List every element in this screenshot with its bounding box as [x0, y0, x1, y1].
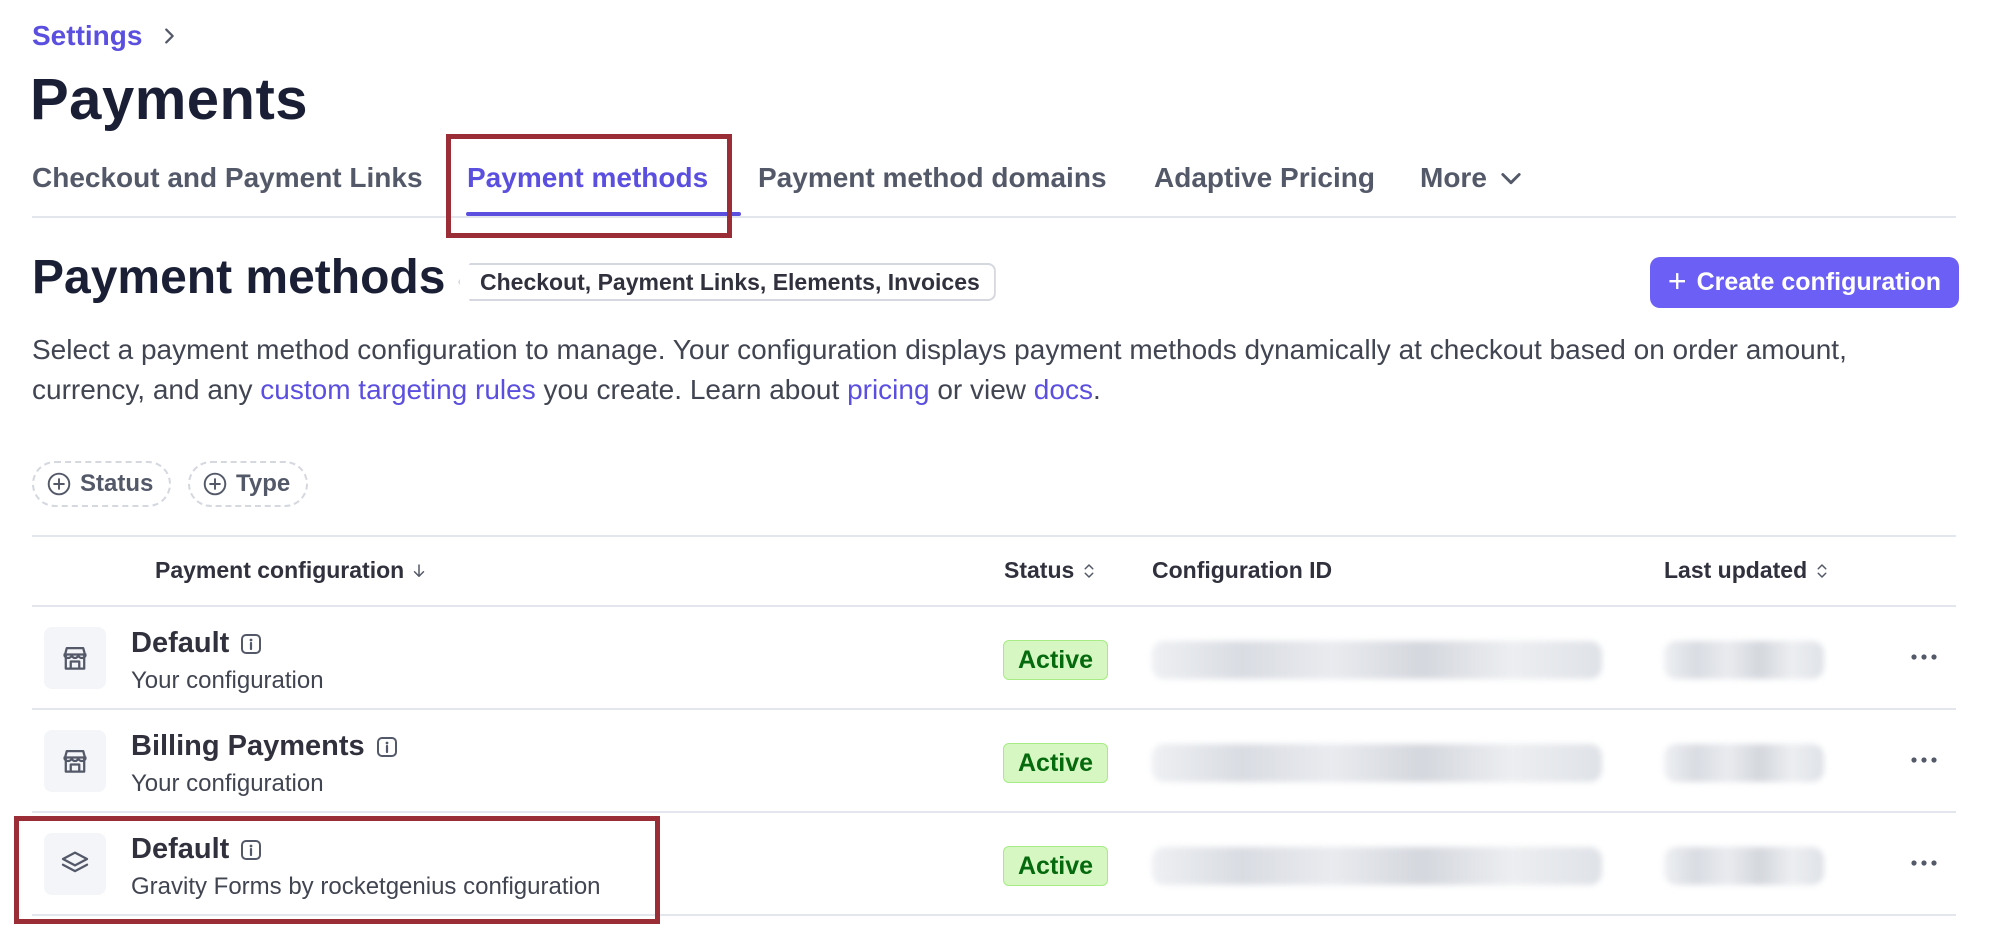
- create-configuration-button[interactable]: + Create configuration: [1650, 257, 1959, 308]
- redacted-last-updated: [1664, 847, 1824, 885]
- custom-targeting-rules-link[interactable]: custom targeting rules: [260, 374, 535, 405]
- tab-more-label: More: [1420, 162, 1487, 193]
- sort-icon: [1817, 563, 1827, 578]
- storefront-icon: [44, 627, 106, 689]
- section-title: Payment methods: [32, 251, 446, 304]
- table-header: Payment configuration Status Configurati…: [32, 535, 1956, 607]
- config-name: Default: [131, 627, 230, 659]
- breadcrumb-settings-link[interactable]: Settings: [32, 20, 142, 52]
- description-text: you create. Learn about: [535, 374, 848, 405]
- config-subtitle: Your configuration: [131, 667, 324, 694]
- header-payment-configuration[interactable]: Payment configuration: [155, 557, 428, 584]
- status-badge: Active: [1003, 846, 1109, 886]
- redacted-last-updated: [1664, 641, 1824, 679]
- config-name: Billing Payments: [131, 730, 365, 762]
- status-filter-button[interactable]: Status: [32, 461, 172, 507]
- description-text: or view: [929, 374, 1034, 405]
- arrow-down-icon: [413, 563, 425, 577]
- storefront-icon: [44, 730, 106, 792]
- redacted-last-updated: [1664, 744, 1824, 782]
- payment-configurations-table: Payment configuration Status Configurati…: [32, 535, 1956, 916]
- plus-circle-icon: [203, 472, 227, 496]
- row-actions-button[interactable]: [1902, 742, 1946, 778]
- table-row[interactable]: Default Your configuration Active: [32, 607, 1956, 710]
- redacted-configuration-id: [1152, 641, 1602, 679]
- header-label: Last updated: [1664, 557, 1808, 583]
- status-badge: Active: [1003, 743, 1109, 783]
- tab-payment-method-domains[interactable]: Payment method domains: [758, 162, 1107, 194]
- layers-icon: [44, 833, 106, 895]
- chevron-down-icon: [1501, 173, 1521, 185]
- info-icon[interactable]: [239, 838, 263, 862]
- page-title: Payments: [30, 67, 309, 132]
- pricing-link[interactable]: pricing: [847, 374, 929, 405]
- tab-checkout-and-payment-links[interactable]: Checkout and Payment Links: [32, 162, 423, 194]
- redacted-configuration-id: [1152, 744, 1602, 782]
- table-row[interactable]: Billing Payments Your configuration Acti…: [32, 710, 1956, 813]
- header-configuration-id: Configuration ID: [1152, 557, 1332, 584]
- tab-payment-methods[interactable]: Payment methods: [467, 162, 708, 194]
- plus-circle-icon: [47, 472, 71, 496]
- header-label: Configuration ID: [1152, 557, 1333, 583]
- header-label: Payment configuration: [155, 557, 405, 583]
- active-tab-indicator: [466, 212, 741, 216]
- more-horizontal-icon: [1911, 757, 1937, 763]
- scope-tag: Checkout, Payment Links, Elements, Invoi…: [458, 263, 996, 301]
- config-name: Default: [131, 833, 230, 865]
- info-icon[interactable]: [375, 735, 399, 759]
- header-status[interactable]: Status: [1004, 557, 1098, 584]
- breadcrumb: Settings: [32, 20, 180, 52]
- config-subtitle: Gravity Forms by rocketgenius configurat…: [131, 873, 601, 900]
- header-label: Status: [1004, 557, 1075, 583]
- row-actions-button[interactable]: [1902, 639, 1946, 675]
- row-actions-button[interactable]: [1902, 845, 1946, 881]
- tab-adaptive-pricing[interactable]: Adaptive Pricing: [1154, 162, 1375, 194]
- tab-more[interactable]: More: [1420, 162, 1525, 194]
- create-configuration-label: Create configuration: [1696, 268, 1942, 296]
- status-badge: Active: [1003, 640, 1109, 680]
- plus-icon: +: [1667, 263, 1687, 299]
- docs-link[interactable]: docs: [1034, 374, 1093, 405]
- redacted-configuration-id: [1152, 847, 1602, 885]
- status-filter-label: Status: [80, 470, 154, 497]
- more-horizontal-icon: [1911, 654, 1937, 660]
- header-last-updated[interactable]: Last updated: [1664, 557, 1831, 584]
- tab-bar: Checkout and Payment Links Payment metho…: [32, 150, 1956, 218]
- row-name: Default: [131, 627, 263, 660]
- sort-icon: [1084, 563, 1094, 578]
- more-horizontal-icon: [1911, 860, 1937, 866]
- section-description: Select a payment method configuration to…: [32, 330, 1952, 410]
- table-row[interactable]: Default Gravity Forms by rocketgenius co…: [32, 813, 1956, 916]
- config-subtitle: Your configuration: [131, 770, 324, 797]
- row-name: Billing Payments: [131, 730, 399, 763]
- description-text: .: [1092, 374, 1101, 405]
- type-filter-button[interactable]: Type: [188, 461, 309, 507]
- payments-settings-page: Settings Payments Checkout and Payment L…: [0, 0, 1999, 941]
- chevron-right-icon: [165, 28, 175, 44]
- type-filter-label: Type: [236, 470, 291, 497]
- info-icon[interactable]: [239, 632, 263, 656]
- row-name: Default: [131, 833, 263, 866]
